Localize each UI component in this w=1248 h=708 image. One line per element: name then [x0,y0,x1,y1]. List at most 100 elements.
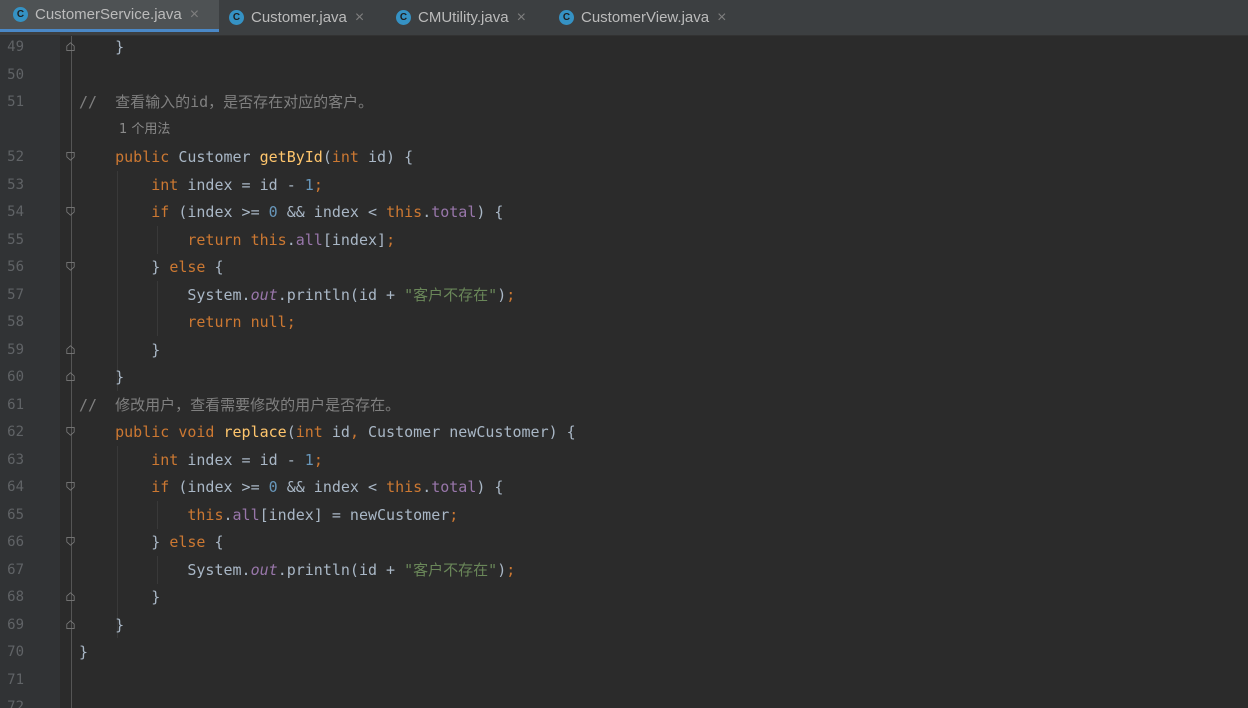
code-token: public [115,148,170,166]
line-number: 70 [7,644,24,660]
code-line[interactable]: 51 // 查看输入的id，是否存在对应的客户。 [0,89,1248,116]
code-token: ; [313,175,323,194]
fold-collapse-icon[interactable] [66,537,75,546]
close-icon[interactable]: × [190,6,199,24]
code-line[interactable]: 57 System.out.println(id + "客户不存在"); [0,282,1248,309]
code-line[interactable]: 64 if (index >= 0 && index < this.total)… [0,474,1248,501]
code-line[interactable]: 58 return null; [0,309,1248,336]
code-line[interactable]: 62 public void replace(int id, Customer … [0,419,1248,446]
code-token: Customer [169,148,260,166]
code-token: . [286,230,296,249]
line-number: 63 [7,451,24,468]
code-line[interactable]: 53 int index = id - 1; [0,172,1248,199]
line-number: 62 [7,424,24,440]
code-line[interactable]: 50 [0,62,1248,89]
code-text: if (index >= 0 && index < this.total) { [79,474,503,501]
tab-customerview[interactable]: C CustomerView.java × [559,0,726,35]
line-number: 71 [7,671,24,688]
code-line[interactable]: 60 } [0,364,1248,391]
line-number: 57 [7,286,24,303]
line-number: 65 [7,506,24,523]
code-line[interactable]: 71 [0,667,1248,694]
code-token: out [250,560,278,579]
code-line[interactable]: 70} [0,639,1248,666]
code-token: if [151,478,170,496]
code-token: } [79,615,125,634]
line-number: 58 [7,314,24,330]
line-number: 54 [7,204,24,220]
code-token: all [295,230,323,249]
code-token: . [422,478,432,496]
code-text: } else { [79,254,223,281]
fold-collapse-icon[interactable] [66,152,75,161]
code-token: ( [322,148,332,166]
line-number: 55 [7,231,24,248]
code-line[interactable]: 68 } [0,584,1248,611]
code-token: Customer newCustomer) { [358,423,576,441]
tab-label: CustomerService.java [35,6,182,23]
code-line[interactable]: 55 return this.all[index]; [0,227,1248,254]
fold-collapse-icon[interactable] [66,427,75,436]
line-number: 64 [7,479,24,495]
code-token: .println(id + [277,560,405,579]
close-icon[interactable]: × [717,9,726,27]
line-number: 51 [7,94,24,110]
close-icon[interactable]: × [355,9,364,27]
close-icon[interactable]: × [517,9,526,27]
code-token: ; [449,505,459,524]
code-line[interactable]: 49 } [0,36,1248,61]
fold-end-icon[interactable] [66,372,75,381]
code-text: // 查看输入的id，是否存在对应的客户。 [79,89,373,116]
code-line[interactable]: 56 } else { [0,254,1248,281]
code-line[interactable]: 72 [0,694,1248,708]
code-token: ; [506,285,516,304]
code-token: index = id - [178,450,305,469]
fold-end-icon[interactable] [66,592,75,601]
code-text: return this.all[index]; [79,227,395,254]
code-token: ; [386,230,396,249]
code-token: } [79,38,125,56]
class-c-icon: C [559,10,574,25]
line-number: 50 [7,66,24,83]
tab-label: CMUtility.java [418,9,509,26]
line-number: 49 [7,39,24,55]
code-token: replace [223,423,287,441]
code-token: } [79,533,170,551]
code-token: // 查看输入的id，是否存在对应的客户。 [79,93,374,111]
code-token: total [431,203,477,221]
code-token: } [79,588,161,606]
code-line[interactable]: 52 public Customer getById(int id) { [0,144,1248,171]
code-text: System.out.println(id + "客户不存在"); [79,282,515,309]
code-token: && index < [277,203,387,221]
code-line[interactable]: 65 this.all[index] = newCustomer; [0,502,1248,529]
fold-end-icon[interactable] [66,619,75,629]
tab-cmutility[interactable]: C CMUtility.java × [396,0,526,35]
fold-collapse-icon[interactable] [66,262,75,271]
fold-end-icon[interactable] [66,42,75,51]
tab-label: CustomerView.java [581,9,710,26]
code-token: getById [259,148,323,166]
code-token: int [295,423,323,441]
fold-collapse-icon[interactable] [66,482,75,491]
fold-collapse-icon[interactable] [66,207,75,216]
code-line[interactable]: 63 int index = id - 1; [0,447,1248,474]
code-line[interactable]: 54 if (index >= 0 && index < this.total)… [0,199,1248,226]
code-token: } [79,368,125,386]
code-token: 0 [268,478,278,496]
code-line[interactable]: 59 } [0,337,1248,364]
fold-end-icon[interactable] [66,344,75,354]
code-token: . [422,203,432,221]
code-line[interactable]: 61 // 修改用户，查看需要修改的用户是否存在。 [0,392,1248,419]
code-editor[interactable]: 49 } 50 51 // 查看输入的id，是否存在对应的客户。 52 public C… [0,36,1248,708]
code-line[interactable]: 67 System.out.println(id + "客户不存在"); [0,557,1248,584]
code-line[interactable]: 69 } [0,612,1248,639]
usage-hint[interactable]: 1 个用法 [119,116,170,143]
tab-customer[interactable]: C Customer.java × [229,0,364,35]
code-line[interactable]: 66 } else { [0,529,1248,556]
tab-customerservice[interactable]: C CustomerService.java × [0,0,219,32]
